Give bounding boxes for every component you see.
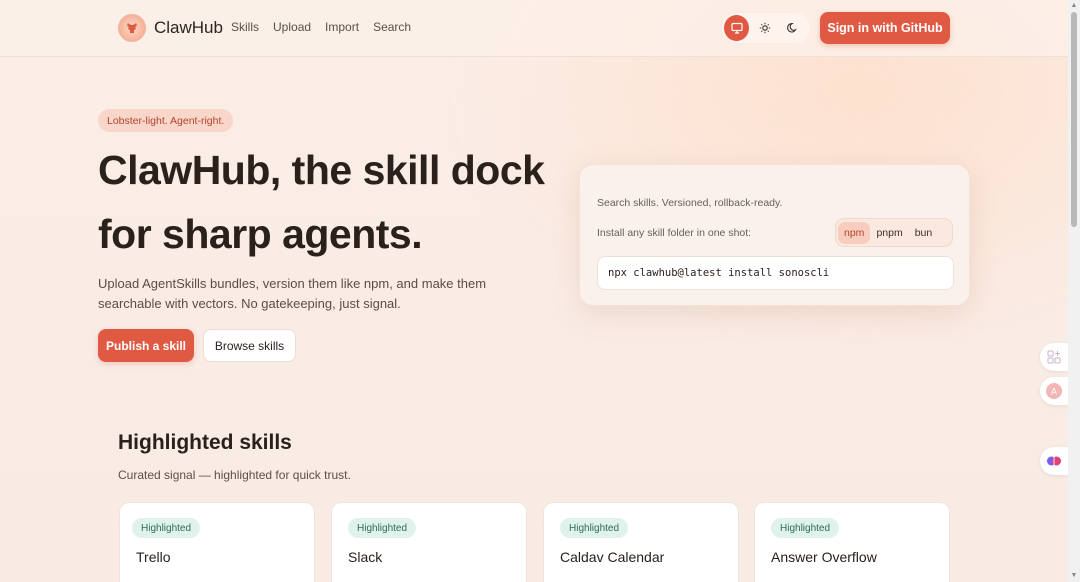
tab-bun[interactable]: bun — [909, 222, 939, 244]
scroll-up-icon[interactable]: ▲ — [1070, 2, 1078, 10]
side-translate-button[interactable]: A — [1040, 377, 1068, 405]
tagline-badge: Lobster-light. Agent-right. — [98, 109, 234, 132]
browse-skills-button[interactable]: Browse skills — [203, 329, 296, 362]
side-ai-button[interactable] — [1040, 447, 1068, 475]
brand[interactable]: ClawHub — [118, 14, 223, 42]
skill-card-answer-overflow[interactable]: Highlighted Answer Overflow — [754, 502, 950, 582]
skill-card-caldav-calendar[interactable]: Highlighted Caldav Calendar — [543, 502, 739, 582]
skill-name: Answer Overflow — [771, 549, 877, 565]
site-header: ClawHub Skills Upload Import Search Sign… — [0, 0, 1068, 57]
app-grid-icon — [1047, 350, 1061, 364]
hero-title-line2: for sharp agents. — [98, 211, 423, 257]
highlighted-badge: Highlighted — [348, 518, 417, 538]
highlighted-badge: Highlighted — [560, 518, 629, 538]
brain-icon — [1047, 456, 1061, 466]
theme-light-button[interactable] — [752, 15, 777, 41]
scroll-down-icon[interactable]: ▼ — [1070, 572, 1078, 580]
nav-upload[interactable]: Upload — [273, 20, 311, 34]
highlighted-title: Highlighted skills — [118, 431, 292, 454]
page-scrollbar[interactable]: ▲ ▼ — [1068, 0, 1080, 582]
moon-icon — [786, 23, 797, 33]
theme-system-button[interactable] — [724, 15, 749, 41]
sun-icon — [759, 22, 770, 34]
hero-subtitle: Upload AgentSkills bundles, version them… — [98, 276, 487, 311]
nav-search[interactable]: Search — [373, 20, 411, 34]
lobster-logo-icon — [118, 14, 146, 42]
main-nav: Skills Upload Import Search — [231, 20, 411, 34]
highlighted-subtitle: Curated signal — highlighted for quick t… — [118, 468, 351, 482]
brand-name: ClawHub — [154, 18, 223, 37]
tab-npm[interactable]: npm — [838, 221, 871, 244]
theme-toggle — [722, 13, 810, 43]
install-command[interactable]: npx clawhub@latest install sonoscli — [597, 256, 954, 290]
side-apps-button[interactable] — [1040, 343, 1068, 371]
install-card-caption: Search skills. Versioned, rollback-ready… — [597, 197, 783, 209]
svg-text:A: A — [1051, 388, 1058, 398]
translate-icon: A — [1046, 383, 1062, 399]
monitor-icon — [730, 22, 743, 34]
skill-name: Caldav Calendar — [560, 549, 665, 565]
tab-pnpm[interactable]: pnpm — [870, 222, 908, 244]
theme-dark-button[interactable] — [780, 15, 805, 41]
install-card-instruction: Install any skill folder in one shot: — [597, 227, 752, 239]
highlighted-badge: Highlighted — [132, 518, 201, 538]
nav-import[interactable]: Import — [325, 20, 359, 34]
scroll-thumb[interactable] — [1071, 12, 1077, 227]
install-card: Search skills. Versioned, rollback-ready… — [579, 164, 970, 306]
signin-github-button[interactable]: Sign in with GitHub — [820, 12, 950, 44]
skill-card-trello[interactable]: Highlighted Trello — [119, 502, 315, 582]
skill-name: Slack — [348, 549, 383, 565]
highlighted-badge: Highlighted — [771, 518, 840, 538]
skill-name: Trello — [136, 549, 171, 565]
publish-skill-button[interactable]: Publish a skill — [98, 329, 194, 362]
hero-title-line1: ClawHub, the skill dock — [98, 147, 545, 193]
nav-skills[interactable]: Skills — [231, 20, 259, 34]
hero-title: ClawHub, the skill dock for sharp agents… — [98, 138, 568, 266]
package-manager-tabs: npm pnpm bun — [835, 218, 953, 247]
skill-card-slack[interactable]: Highlighted Slack — [331, 502, 527, 582]
